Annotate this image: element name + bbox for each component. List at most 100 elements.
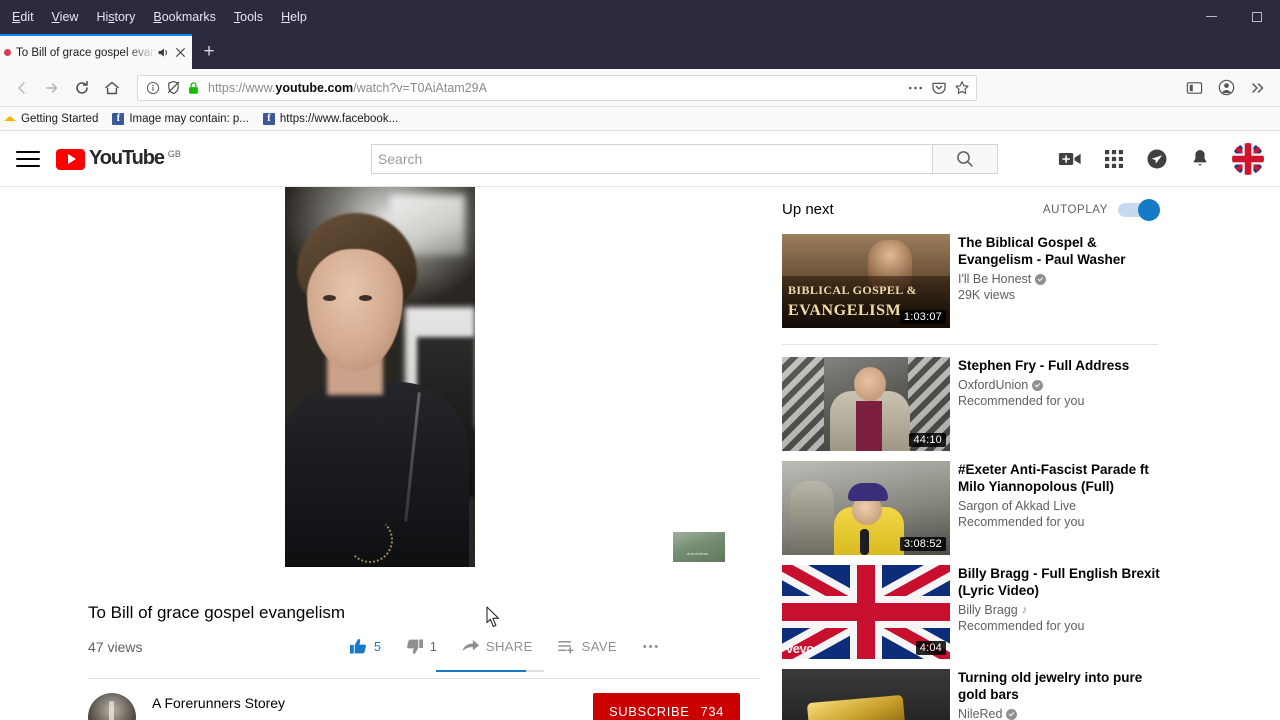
list-separator [782,344,1158,345]
account-button[interactable] [1211,73,1241,103]
menu-tools[interactable]: Tools [232,8,265,26]
video-title[interactable]: Billy Bragg - Full English Brexit (Lyric… [958,565,1160,599]
video-thumbnail[interactable]: 44:10 [782,357,950,451]
thumb-hat [848,483,888,501]
browser-tab[interactable]: To Bill of grace gospel evang [0,34,192,69]
thumb-shirt [856,401,882,451]
music-note-icon: ♪ [1021,604,1028,616]
url-text: https://www.youtube.com/watch?v=T0AiAtam… [208,80,487,95]
speaker-icon[interactable] [157,46,170,59]
save-button[interactable]: SAVE [545,637,629,656]
dislike-button[interactable]: 1 [393,637,449,656]
autoplay-control[interactable]: AUTOPLAY [1043,198,1160,221]
youtube-header: YouTube GB Search [0,131,1280,187]
close-icon[interactable] [175,47,186,58]
forward-button[interactable] [37,73,67,103]
messages-icon[interactable] [1146,148,1168,170]
shield-strike-icon[interactable] [166,80,181,95]
channel-avatar[interactable]: A Forerunners Storey [88,693,136,720]
channel-name[interactable]: Billy Bragg [958,603,1018,617]
create-video-icon[interactable] [1058,149,1082,169]
video-subtitle: Recommended for you [958,619,1085,633]
video-info: To Bill of grace gospel evangelism 47 vi… [0,582,760,679]
channel-name[interactable]: NileRed [958,707,1002,720]
share-button[interactable]: SHARE [449,637,545,656]
youtube-logo[interactable]: YouTube GB [56,147,181,170]
channel-name[interactable]: I'll Be Honest [958,272,1031,286]
video-thumbnail[interactable]: BIBLICAL GOSPEL & EVANGELISM 1:03:07 [782,234,950,328]
uk-flag-avatar[interactable] [1232,142,1264,175]
save-label: SAVE [581,639,617,654]
bookmark-image-may-contain[interactable]: f Image may contain: p... [112,112,249,125]
video-actions: 5 1 SHARE SAVE [337,637,672,656]
verified-badge-icon [1006,708,1018,720]
back-button[interactable] [7,73,37,103]
up-next-header: Up next AUTOPLAY [782,198,1180,221]
overflow-button[interactable] [1243,73,1273,103]
video-title[interactable]: #Exeter Anti-Fascist Parade ft Milo Yian… [958,461,1160,495]
video-thumbnail[interactable]: 3:08:52 [782,461,950,555]
mouse-cursor [486,606,501,633]
ellipsis-icon [643,644,658,649]
pocket-icon[interactable] [931,80,947,96]
reload-button[interactable] [67,73,97,103]
more-actions-button[interactable] [629,637,672,656]
back-arrow-icon [17,81,25,94]
channel-row: A Forerunners Storey A Forerunners Store… [0,679,760,720]
menu-bookmarks[interactable]: Bookmarks [151,8,218,26]
like-button[interactable]: 5 [337,637,393,656]
notifications-bell-icon[interactable] [1190,148,1210,170]
channel-name[interactable]: Sargon of Akkad Live [958,499,1076,513]
menu-edit[interactable]: Edit [10,8,36,26]
like-ratio-fill [436,670,526,672]
subscribe-label: SUBSCRIBE [608,703,690,719]
channel-name[interactable]: A Forerunners Storey [152,695,285,711]
channel-name[interactable]: OxfordUnion [958,378,1028,392]
star-icon[interactable] [954,80,970,96]
restore-button[interactable] [1234,0,1280,33]
minimize-button[interactable] [1188,0,1234,33]
video-frame[interactable] [285,187,475,567]
url-bar[interactable]: https://www.youtube.com/watch?v=T0AiAtam… [137,74,977,101]
new-tab-button[interactable]: + [192,35,226,69]
video-player[interactable]: annotation [0,187,760,582]
video-title[interactable]: The Biblical Gospel & Evangelism - Paul … [958,234,1160,268]
home-button[interactable] [97,73,127,103]
thumbs-down-icon [406,639,423,654]
search-input[interactable]: Search [370,143,933,174]
vevo-watermark: vevo [786,641,814,656]
autoplay-toggle[interactable] [1118,198,1160,221]
search-button[interactable] [932,143,998,174]
bookmark-facebook-url[interactable]: f https://www.facebook... [262,112,398,125]
hamburger-menu-icon[interactable] [16,146,40,172]
channel-row: I'll Be Honest [958,272,1160,286]
star-bookmark-icon [4,116,16,121]
video-thumbnail[interactable]: vevo 4:04 [782,565,950,659]
list-item[interactable]: 3:08:52 #Exeter Anti-Fascist Parade ft M… [782,457,1160,561]
apps-grid-icon[interactable] [1104,149,1124,169]
list-item[interactable]: Turning old jewelry into pure gold bars … [782,665,1160,720]
video-title[interactable]: Stephen Fry - Full Address [958,357,1160,374]
menu-help[interactable]: Help [279,8,309,26]
list-item[interactable]: BIBLICAL GOSPEL & EVANGELISM 1:03:07 The… [782,230,1160,338]
home-icon [105,81,119,94]
bookmark-getting-started[interactable]: Getting Started [4,113,98,125]
list-item[interactable]: 44:10 Stephen Fry - Full Address OxfordU… [782,353,1160,457]
browser-titlebar: Edit View History Bookmarks Tools Help [0,0,1280,33]
thumb-window-left [782,357,824,451]
menu-history[interactable]: History [94,8,137,26]
list-item[interactable]: vevo 4:04 Billy Bragg - Full English Bre… [782,561,1160,665]
subscribe-button[interactable]: SUBSCRIBE 734 [592,693,740,720]
header-actions [1058,142,1264,175]
video-duration: 3:08:52 [899,537,946,551]
ellipsis-icon[interactable] [907,81,924,95]
info-circle-icon[interactable] [146,81,160,95]
menu-view[interactable]: View [50,8,81,26]
mini-thumbnail-overlay[interactable]: annotation [673,532,725,562]
double-chevron-icon [1252,82,1264,93]
video-title[interactable]: Turning old jewelry into pure gold bars [958,669,1160,703]
tab-favicon-icon [4,49,11,56]
sidebar-button[interactable] [1179,73,1209,103]
padlock-icon[interactable] [187,81,200,95]
video-thumbnail[interactable] [782,669,950,720]
